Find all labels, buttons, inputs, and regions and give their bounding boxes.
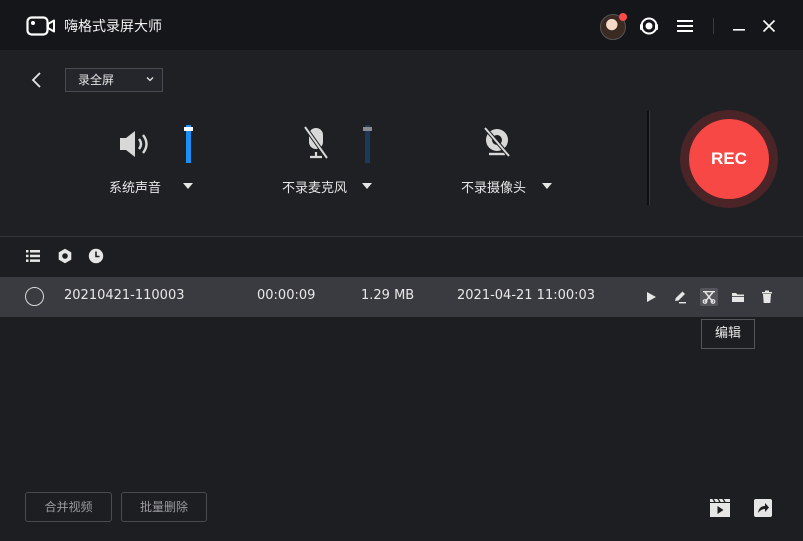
- section-divider: [0, 236, 803, 237]
- recording-duration: 00:00:09: [257, 288, 316, 303]
- recording-size: 1.29 MB: [361, 288, 415, 303]
- rec-button-label: REC: [689, 119, 769, 199]
- minimize-icon[interactable]: [727, 14, 751, 38]
- folder-icon[interactable]: [729, 288, 747, 306]
- back-icon[interactable]: [28, 70, 46, 90]
- edit-tooltip: 编辑: [701, 319, 755, 349]
- title-bar: 嗨格式录屏大师: [0, 0, 803, 50]
- titlebar-separator: [713, 18, 714, 34]
- system-audio-dropdown-icon[interactable]: [183, 183, 193, 189]
- table-row[interactable]: 20210421-110003 00:00:09 1.29 MB 2021-04…: [0, 277, 803, 317]
- camera-dropdown-icon[interactable]: [542, 183, 552, 189]
- microphone-off-icon[interactable]: [299, 125, 333, 161]
- microphone-volume-slider[interactable]: [363, 125, 372, 163]
- chevron-down-icon: [146, 77, 154, 82]
- play-icon[interactable]: [642, 288, 660, 306]
- batch-delete-button[interactable]: 批量删除: [121, 492, 207, 522]
- close-icon[interactable]: [757, 14, 781, 38]
- delete-icon[interactable]: [758, 288, 776, 306]
- edit-icon[interactable]: [700, 288, 718, 306]
- microphone-dropdown-icon[interactable]: [362, 183, 372, 189]
- video-editor-icon[interactable]: [709, 497, 731, 519]
- menu-icon[interactable]: [673, 14, 697, 38]
- clock-icon[interactable]: [87, 247, 105, 265]
- list-icon[interactable]: [24, 247, 42, 265]
- system-volume-slider[interactable]: [184, 125, 193, 163]
- row-select-radio[interactable]: [25, 287, 44, 306]
- system-volume-knob[interactable]: [184, 127, 193, 131]
- system-audio-label: 系统声音: [109, 181, 162, 196]
- notification-badge: [619, 13, 627, 21]
- speaker-icon[interactable]: [118, 126, 154, 162]
- camera-label: 不录摄像头: [461, 181, 527, 196]
- support-icon[interactable]: [637, 14, 661, 38]
- camera-off-icon[interactable]: [479, 125, 515, 161]
- recording-created: 2021-04-21 11:00:03: [457, 288, 596, 303]
- mode-select-value: 录全屏: [78, 73, 115, 87]
- merge-video-button[interactable]: 合并视频: [25, 492, 112, 522]
- settings-icon[interactable]: [56, 247, 74, 265]
- app-title: 嗨格式录屏大师: [64, 19, 162, 35]
- microphone-label: 不录麦克风: [282, 181, 348, 196]
- app-logo-icon: [26, 16, 55, 36]
- controls-divider: [647, 111, 649, 205]
- rename-icon[interactable]: [671, 288, 689, 306]
- rec-button[interactable]: REC: [680, 110, 778, 208]
- recording-name: 20210421-110003: [64, 288, 185, 303]
- share-icon[interactable]: [752, 497, 774, 519]
- mode-select[interactable]: 录全屏: [65, 68, 163, 92]
- microphone-volume-knob[interactable]: [363, 127, 372, 131]
